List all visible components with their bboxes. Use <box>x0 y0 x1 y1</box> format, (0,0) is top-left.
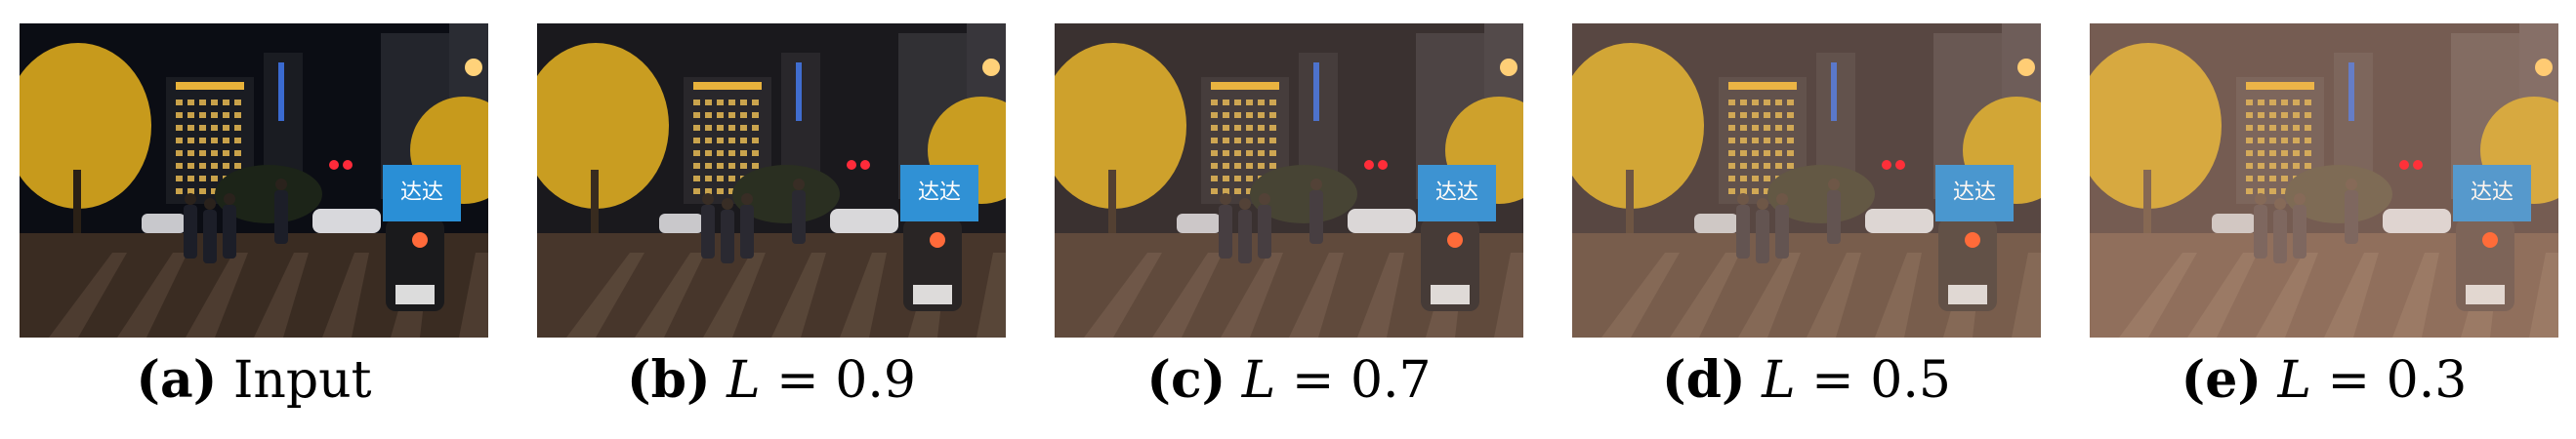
panel-d-image: 达达 <box>1572 23 2041 338</box>
caption-c-eq: = <box>1275 351 1350 410</box>
caption-a-text: Input <box>232 351 372 410</box>
caption-b-var: L <box>727 351 761 410</box>
panel-c: 达达 <box>1055 23 1523 338</box>
caption-c: (c) L = 0.7 <box>1016 346 1562 415</box>
caption-d-var: L <box>1762 351 1796 410</box>
caption-e: (e) L = 0.3 <box>2051 346 2576 415</box>
caption-d-eq: = <box>1795 351 1871 410</box>
panel-e-image: 达达 <box>2090 23 2558 338</box>
caption-d: (d) L = 0.5 <box>1533 346 2080 415</box>
caption-d-value: 0.5 <box>1870 351 1951 410</box>
caption-c-letter: (c) <box>1146 350 1226 410</box>
caption-d-letter: (d) <box>1662 350 1746 410</box>
caption-e-eq: = <box>2311 351 2387 410</box>
caption-c-value: 0.7 <box>1350 351 1432 410</box>
panel-b-image: 达达 <box>537 23 1006 338</box>
caption-b-value: 0.9 <box>835 351 916 410</box>
panel-a: 达达 <box>20 23 488 338</box>
panel-d: 达达 <box>1572 23 2041 338</box>
panel-b: 达达 <box>537 23 1006 338</box>
caption-e-var: L <box>2277 351 2311 410</box>
figure-row: 达达 (a) Input 达达 (b) L = 0.9 达达 (c) L = 0… <box>0 0 2576 439</box>
tone-overlay <box>1055 23 1523 338</box>
caption-b-eq: = <box>760 351 836 410</box>
caption-a: (a) Input <box>0 346 527 415</box>
panel-e: 达达 <box>2090 23 2558 338</box>
caption-b: (b) L = 0.9 <box>498 346 1045 415</box>
panel-c-image: 达达 <box>1055 23 1523 338</box>
tone-overlay <box>2090 23 2558 338</box>
caption-c-var: L <box>1241 351 1276 410</box>
tone-overlay <box>537 23 1006 338</box>
caption-b-letter: (b) <box>627 350 711 410</box>
caption-e-value: 0.3 <box>2386 351 2468 410</box>
tone-overlay <box>1572 23 2041 338</box>
caption-e-letter: (e) <box>2181 350 2262 410</box>
caption-a-letter: (a) <box>136 350 218 410</box>
panel-a-image: 达达 <box>20 23 488 338</box>
